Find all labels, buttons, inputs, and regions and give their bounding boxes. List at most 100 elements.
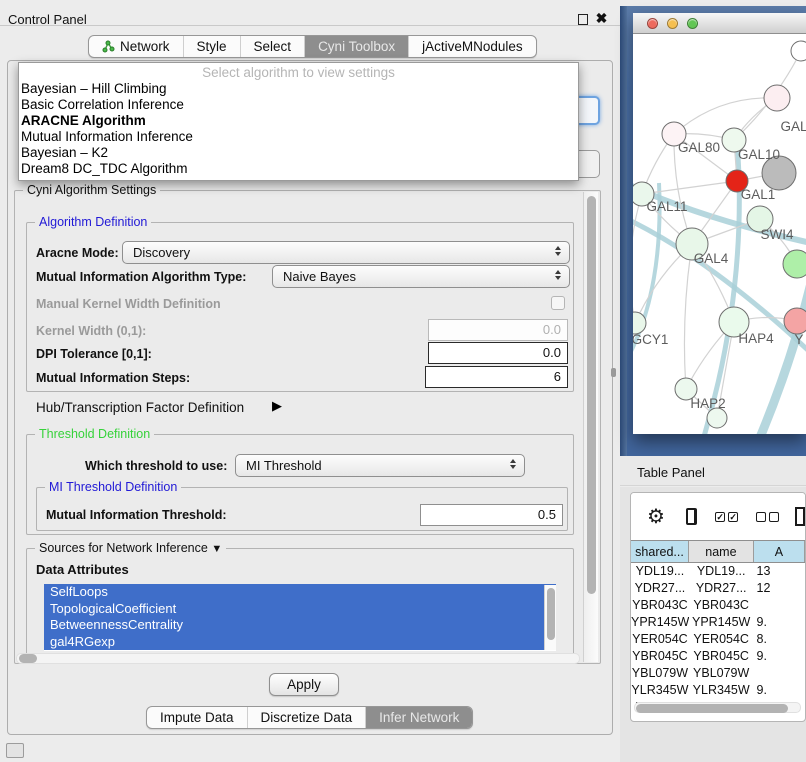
panel-splitter-handle[interactable] — [611, 368, 616, 377]
network-node[interactable] — [783, 250, 806, 278]
table-horizontal-scrollbar[interactable] — [634, 702, 801, 713]
tab-style[interactable]: Style — [183, 36, 240, 57]
table-row[interactable]: YDL19...YDL19...13 — [631, 563, 805, 580]
kernel-width-field[interactable]: 0.0 — [428, 319, 568, 341]
table-cell[interactable]: 8. — [754, 631, 806, 648]
attributes-list-scrollbar-thumb[interactable] — [547, 588, 555, 640]
network-node-label: GAL4 — [694, 251, 729, 266]
tab-infer-network[interactable]: Infer Network — [365, 707, 472, 728]
network-node-label: GAL — [780, 119, 806, 134]
table-row[interactable]: YDR27...YDR27...12 — [631, 580, 805, 597]
network-window-titlebar[interactable] — [633, 13, 806, 34]
table-cell[interactable]: YBR045C — [631, 648, 689, 665]
table-row[interactable]: YBR043CYBR043C — [631, 597, 805, 614]
network-node[interactable] — [707, 408, 727, 428]
table-cell[interactable] — [754, 597, 806, 614]
attributes-list-scrollbar[interactable] — [544, 585, 556, 650]
apply-button[interactable]: Apply — [269, 673, 339, 696]
table-row[interactable]: YBR045CYBR045C9. — [631, 648, 805, 665]
network-node-gal[interactable] — [764, 85, 790, 111]
table-horizontal-scrollbar-thumb[interactable] — [636, 704, 788, 713]
table-column-header[interactable]: shared... — [631, 541, 689, 562]
mi-threshold-field[interactable]: 0.5 — [420, 504, 563, 526]
hub-definition-expander-label[interactable]: Hub/Transcription Factor Definition — [36, 400, 244, 415]
floating-grip-icon[interactable] — [6, 743, 24, 758]
algorithm-dropdown-item[interactable]: Mutual Information Inference — [19, 129, 578, 145]
settings-horizontal-scrollbar[interactable] — [16, 653, 580, 664]
tab-cyni-toolbox[interactable]: Cyni Toolbox — [304, 36, 408, 57]
algorithm-dropdown-item[interactable]: Dream8 DC_TDC Algorithm — [19, 161, 578, 177]
dpi-tolerance-field[interactable]: 0.0 — [428, 342, 568, 364]
table-cell[interactable]: YDL19... — [689, 563, 754, 580]
table-cell[interactable]: 13 — [754, 563, 806, 580]
float-window-icon[interactable] — [578, 14, 588, 25]
network-node[interactable] — [791, 41, 806, 61]
settings-vertical-scrollbar[interactable] — [583, 192, 598, 662]
mi-steps-field[interactable]: 6 — [425, 366, 568, 388]
network-edge[interactable] — [633, 194, 642, 323]
settings-vertical-scrollbar-thumb[interactable] — [587, 196, 596, 594]
tab-network[interactable]: Network — [89, 36, 183, 57]
algorithm-dropdown-item[interactable]: Bayesian – Hill Climbing — [19, 81, 578, 97]
network-edge[interactable] — [642, 181, 737, 194]
zoom-traffic-light-icon[interactable] — [687, 18, 698, 29]
manual-kernel-checkbox[interactable] — [551, 296, 565, 310]
table-cell[interactable] — [754, 665, 806, 682]
table-cell[interactable]: YBR043C — [631, 597, 689, 614]
table-cell[interactable]: YBL079W — [689, 665, 754, 682]
export-table-icon[interactable] — [795, 507, 805, 526]
table-row[interactable]: YLR345WYLR345W9. — [631, 682, 805, 699]
table-row[interactable]: YBL079WYBL079W — [631, 665, 805, 682]
table-cell[interactable]: YBR045C — [689, 648, 754, 665]
settings-horizontal-scrollbar-thumb[interactable] — [19, 654, 37, 663]
close-traffic-light-icon[interactable] — [647, 18, 658, 29]
data-attribute-item[interactable]: gal4RGexp — [44, 634, 556, 651]
network-edge[interactable] — [684, 244, 692, 389]
gear-icon[interactable]: ⚙ — [647, 504, 665, 529]
table-cell[interactable]: 9. — [754, 648, 806, 665]
table-cell[interactable]: YLR345W — [631, 682, 689, 699]
table-cell[interactable]: YER054C — [689, 631, 754, 648]
expander-arrow-right-icon[interactable]: ▶ — [272, 398, 282, 414]
table-cell[interactable]: YPR145W — [631, 614, 689, 631]
table-cell[interactable]: YDR27... — [689, 580, 754, 597]
table-cell[interactable]: 9. — [754, 682, 806, 699]
close-icon[interactable]: ✖ — [595, 12, 608, 25]
tab-discretize-data[interactable]: Discretize Data — [247, 707, 366, 728]
network-window[interactable]: GALGAL80GAL10GAL1GAL11SWI4GAL4GCY1HAP4YH… — [633, 13, 806, 434]
table-cell[interactable]: YER054C — [631, 631, 689, 648]
table-row[interactable]: YER054CYER054C8. — [631, 631, 805, 648]
table-cell[interactable]: YPR145W — [689, 614, 754, 631]
table-column-header[interactable]: A — [754, 541, 805, 562]
algorithm-dropdown-item[interactable]: Bayesian – K2 — [19, 145, 578, 161]
network-edge[interactable] — [674, 98, 777, 134]
mi-steps-label: Mutual Information Steps: — [36, 371, 190, 385]
network-node-y[interactable] — [784, 308, 806, 334]
algorithm-dropdown-item[interactable]: ARACNE Algorithm — [19, 113, 578, 129]
algorithm-dropdown-item[interactable]: Basic Correlation Inference — [19, 97, 578, 113]
column-layout-icon[interactable] — [686, 508, 697, 525]
data-attribute-item[interactable]: BetweennessCentrality — [44, 617, 556, 634]
mi-algorithm-type-combo[interactable]: Naive Bayes — [272, 265, 570, 288]
table-cell[interactable]: 9. — [754, 614, 806, 631]
data-attribute-item[interactable]: SelfLoops — [44, 584, 556, 601]
network-canvas[interactable]: GALGAL80GAL10GAL1GAL11SWI4GAL4GCY1HAP4YH… — [633, 34, 806, 434]
aracne-mode-combo[interactable]: Discovery — [122, 241, 570, 264]
tab-jactivemnodules[interactable]: jActiveMNodules — [408, 36, 536, 57]
table-cell[interactable]: YBL079W — [631, 665, 689, 682]
select-all-icon[interactable]: ✓✓ — [715, 512, 738, 522]
minimize-traffic-light-icon[interactable] — [667, 18, 678, 29]
table-row[interactable]: YPR145WYPR145W9. — [631, 614, 805, 631]
table-cell[interactable]: 12 — [754, 580, 806, 597]
tab-impute-data[interactable]: Impute Data — [147, 707, 247, 728]
table-cell[interactable]: YBR043C — [689, 597, 754, 614]
table-cell[interactable]: YLR345W — [689, 682, 754, 699]
deselect-all-icon[interactable] — [756, 512, 779, 522]
table-cell[interactable]: YDR27... — [631, 580, 689, 597]
tab-select[interactable]: Select — [240, 36, 305, 57]
table-column-header[interactable]: name — [689, 541, 754, 562]
data-attribute-item[interactable]: TopologicalCoefficient — [44, 601, 556, 618]
collapse-arrow-down-icon[interactable]: ▼ — [211, 543, 222, 555]
table-cell[interactable]: YDL19... — [631, 563, 689, 580]
which-threshold-combo[interactable]: MI Threshold — [235, 454, 525, 477]
